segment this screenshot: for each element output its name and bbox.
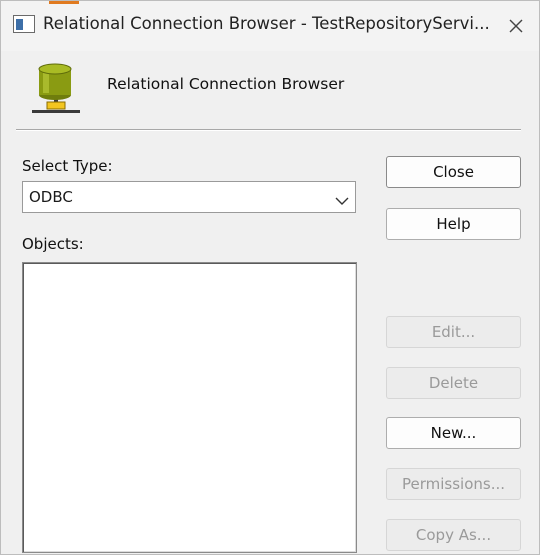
window-app-icon — [13, 15, 35, 33]
header-title: Relational Connection Browser — [107, 75, 345, 93]
database-icon — [29, 59, 81, 119]
select-type-label: Select Type: — [22, 157, 113, 175]
copy-as-button[interactable]: Copy As... — [386, 519, 521, 551]
select-type-value: ODBC — [29, 188, 73, 206]
edit-button[interactable]: Edit... — [386, 316, 521, 348]
permissions-button[interactable]: Permissions... — [386, 468, 521, 500]
window-title: Relational Connection Browser - TestRepo… — [43, 14, 490, 33]
chevron-down-icon — [335, 192, 349, 210]
header-separator — [16, 129, 521, 131]
objects-label: Objects: — [22, 235, 84, 253]
title-bar[interactable]: Relational Connection Browser - TestRepo… — [1, 1, 539, 51]
dialog-window: Relational Connection Browser - TestRepo… — [0, 0, 540, 555]
select-type-dropdown[interactable]: ODBC — [22, 181, 356, 213]
window-close-icon[interactable] — [503, 13, 529, 39]
window-edge-accent — [49, 1, 79, 4]
help-button[interactable]: Help — [386, 208, 521, 240]
new-button[interactable]: New... — [386, 417, 521, 449]
close-button[interactable]: Close — [386, 156, 521, 188]
delete-button[interactable]: Delete — [386, 367, 521, 399]
objects-listbox[interactable] — [22, 262, 357, 553]
